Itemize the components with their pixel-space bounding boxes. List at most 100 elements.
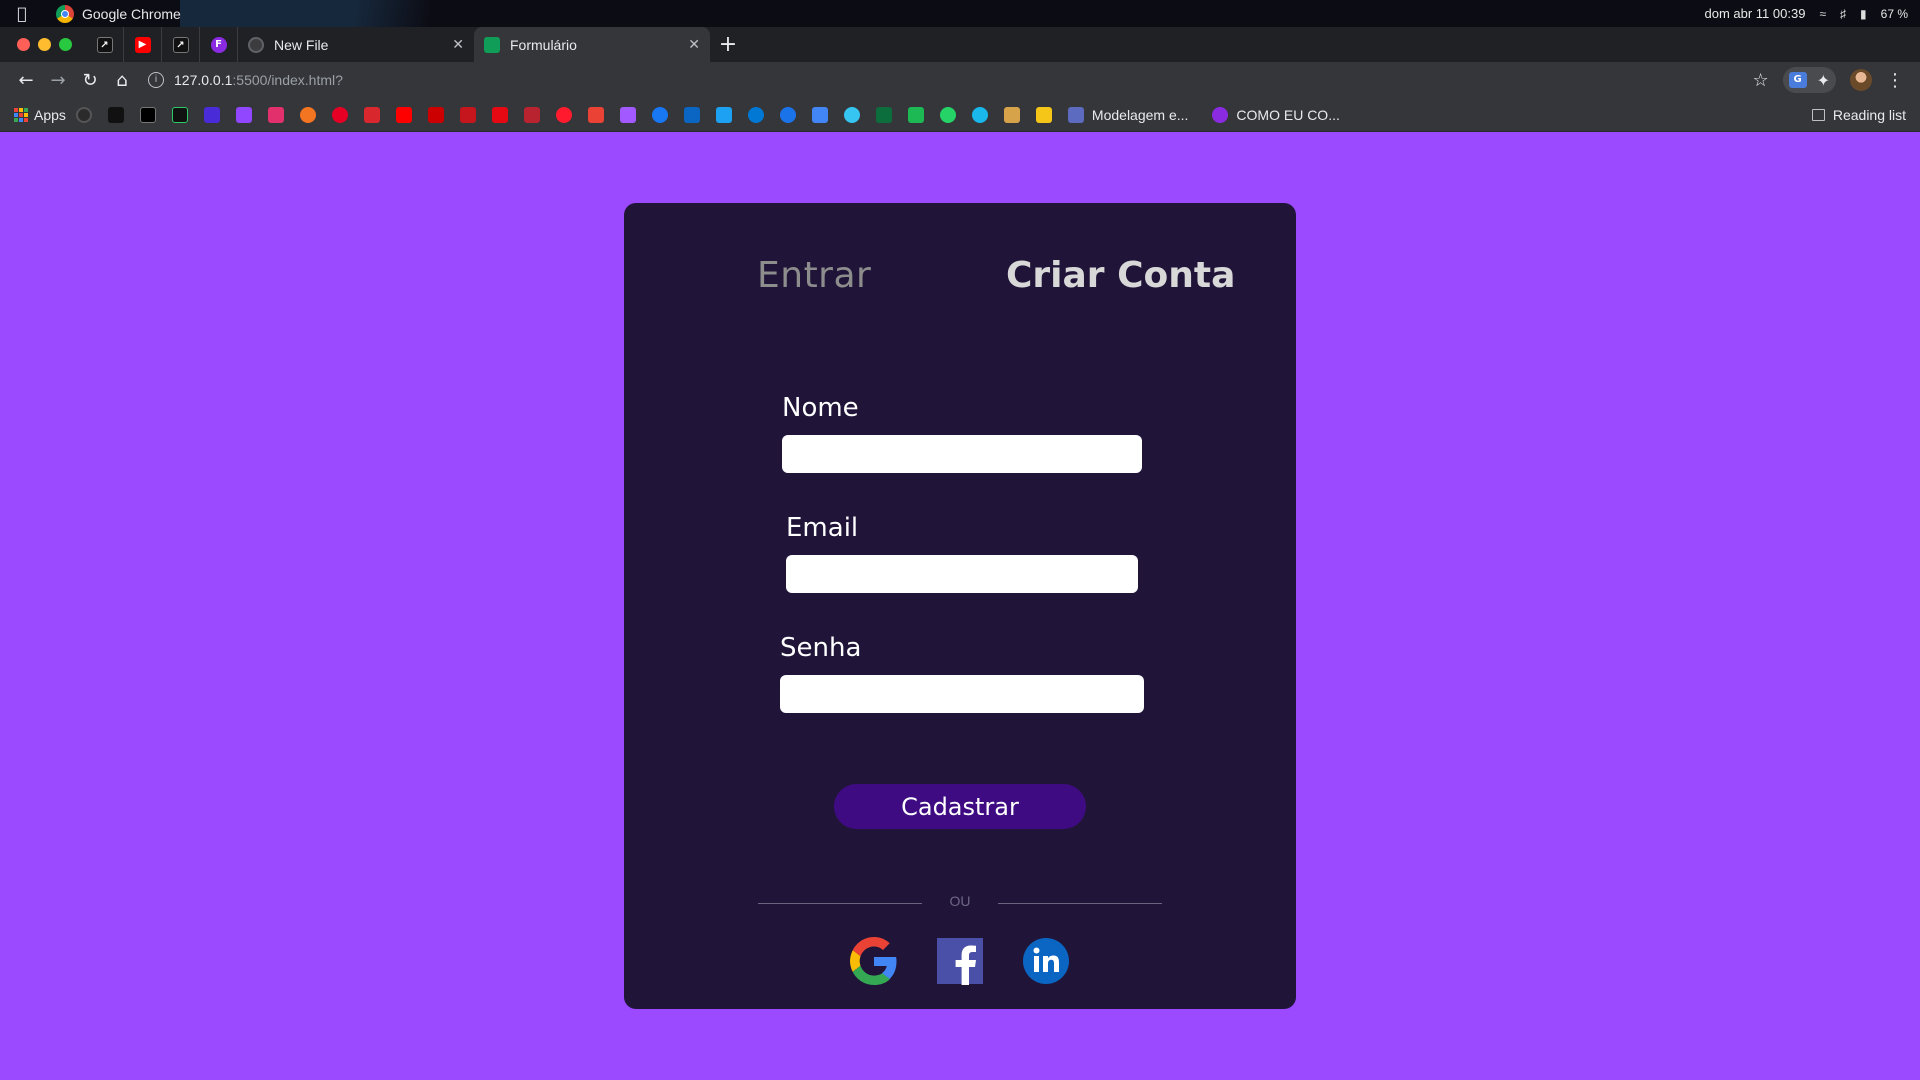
- divider-text: OU: [949, 893, 971, 909]
- translate-extension-icon[interactable]: G: [1788, 72, 1807, 88]
- name-label: Nome: [782, 393, 859, 423]
- close-tab-icon[interactable]: ✕: [452, 36, 464, 53]
- cnn-bookmark-icon[interactable]: [427, 106, 444, 123]
- pinterest-bookmark-icon[interactable]: [331, 106, 348, 123]
- github-bookmark-icon[interactable]: [75, 106, 92, 123]
- apple-menu-icon[interactable]: : [0, 4, 44, 23]
- pinned-tab[interactable]: ▶: [124, 27, 162, 62]
- battery-icon[interactable]: ▮: [1860, 7, 1867, 21]
- whatsapp-bookmark-icon[interactable]: [939, 106, 956, 123]
- music-bookmark-icon[interactable]: [203, 106, 220, 123]
- volume-icon[interactable]: ♯: [1840, 7, 1846, 21]
- box-bookmark-icon[interactable]: [1035, 106, 1052, 123]
- tab-criar-conta[interactable]: Criar Conta: [1006, 255, 1235, 296]
- bookmark-folder[interactable]: COMO EU CO...: [1212, 106, 1340, 123]
- bookmark-icon[interactable]: [523, 106, 540, 123]
- slack-bookmark-icon[interactable]: [843, 106, 860, 123]
- bookmark-star-icon[interactable]: ☆: [1752, 70, 1768, 91]
- back-button[interactable]: ←: [10, 64, 42, 96]
- divider-left: [758, 903, 922, 904]
- battery-percent: 67 %: [1880, 6, 1908, 21]
- apps-grid-icon: [14, 107, 28, 122]
- pinned-tab[interactable]: F: [200, 27, 238, 62]
- tab-entrar[interactable]: Entrar: [757, 255, 871, 296]
- instagram-bookmark-icon[interactable]: [267, 106, 284, 123]
- tab-label: Formulário: [510, 36, 577, 53]
- new-tab-button[interactable]: +: [710, 27, 746, 62]
- bbc-bookmark-icon[interactable]: [107, 106, 124, 123]
- opera-bookmark-icon[interactable]: [555, 106, 572, 123]
- chrome-menu-icon[interactable]: ⋮: [1886, 70, 1904, 91]
- play-bookmark-icon[interactable]: [779, 106, 796, 123]
- linkedin-bookmark-icon[interactable]: [683, 106, 700, 123]
- home-button[interactable]: ⌂: [106, 64, 138, 96]
- url-host: 127.0.0.1: [174, 72, 233, 88]
- paint-roller-bookmark-icon[interactable]: [1003, 106, 1020, 123]
- youtube-bookmark-icon[interactable]: [395, 106, 412, 123]
- tab-new-file[interactable]: New File ✕: [238, 27, 474, 62]
- active-app-name[interactable]: Google Chrome: [82, 6, 181, 22]
- os-top-bar:  Google Chrome dom abr 11 00:39 ≈ ♯ ▮ 6…: [0, 0, 1920, 27]
- address-bar[interactable]: i 127.0.0.1:5500/index.html?: [148, 65, 1748, 95]
- github-icon: [248, 36, 264, 53]
- google-icon[interactable]: [850, 937, 898, 985]
- clock[interactable]: dom abr 11 00:39: [1704, 6, 1805, 21]
- twitch-bookmark-icon[interactable]: [235, 106, 252, 123]
- app-bookmark-icon[interactable]: [139, 106, 156, 123]
- email-input[interactable]: [786, 555, 1138, 593]
- bookmark-apps[interactable]: Apps: [14, 107, 66, 123]
- onedrive-bookmark-icon[interactable]: [747, 106, 764, 123]
- gmail-bookmark-icon[interactable]: [587, 106, 604, 123]
- close-window-button[interactable]: [17, 38, 30, 51]
- twitter-bookmark-icon[interactable]: [715, 106, 732, 123]
- name-input[interactable]: [782, 435, 1142, 473]
- wifi-icon[interactable]: ≈: [1819, 7, 1826, 21]
- url-path: :5500/index.html?: [232, 72, 343, 88]
- wix-bookmark-icon[interactable]: [875, 106, 892, 123]
- facebook-icon[interactable]: [936, 937, 984, 985]
- facebook-bookmark-icon[interactable]: [651, 106, 668, 123]
- crunchyroll-bookmark-icon[interactable]: [299, 106, 316, 123]
- pinned-tabs: ↗ ▶ ↗ F: [86, 27, 238, 62]
- tab-label: New File: [274, 36, 329, 53]
- profile-avatar[interactable]: [1850, 69, 1872, 91]
- reading-list-icon: [1811, 108, 1825, 121]
- reading-list-label: Reading list: [1832, 106, 1906, 123]
- figma-bookmark-icon[interactable]: [619, 106, 636, 123]
- browser-toolbar: ← → ↻ ⌂ i 127.0.0.1:5500/index.html? ☆ G…: [0, 62, 1920, 98]
- phone-bookmark-icon[interactable]: [907, 106, 924, 123]
- extensions-puzzle-icon[interactable]: ✦: [1817, 71, 1830, 90]
- sheets-icon: [484, 36, 500, 53]
- forward-button[interactable]: →: [42, 64, 74, 96]
- close-tab-icon[interactable]: ✕: [688, 36, 700, 53]
- classroom-icon: [1067, 106, 1084, 123]
- tab-formulario[interactable]: Formulário ✕: [474, 27, 710, 62]
- password-input[interactable]: [780, 675, 1144, 713]
- password-label: Senha: [780, 633, 862, 663]
- youtube-icon: ▶: [134, 36, 151, 53]
- reload-button[interactable]: ↻: [74, 64, 106, 96]
- app-f-icon: F: [210, 36, 227, 53]
- maximize-window-button[interactable]: [59, 38, 72, 51]
- cadastrar-button[interactable]: Cadastrar: [834, 784, 1086, 829]
- bookmark-icon[interactable]: [459, 106, 476, 123]
- pinned-tab[interactable]: ↗: [162, 27, 200, 62]
- pinned-tab[interactable]: ↗: [86, 27, 124, 62]
- site-info-icon[interactable]: i: [148, 72, 164, 88]
- reading-list-button[interactable]: Reading list: [1811, 106, 1920, 123]
- vimeo-bookmark-icon[interactable]: [971, 106, 988, 123]
- minimize-window-button[interactable]: [38, 38, 51, 51]
- app-icon: ↗: [172, 36, 189, 53]
- mega-bookmark-icon[interactable]: [363, 106, 380, 123]
- send-bookmark-icon[interactable]: [811, 106, 828, 123]
- divider-right: [998, 903, 1162, 904]
- app-f-icon: [1212, 106, 1229, 123]
- os-bar-highlight: [180, 0, 430, 27]
- bookmark-folder[interactable]: Modelagem e...: [1067, 106, 1188, 123]
- linkedin-icon[interactable]: [1022, 937, 1070, 985]
- hackerrank-bookmark-icon[interactable]: [171, 106, 188, 123]
- email-label: Email: [786, 513, 859, 543]
- auth-tabs: Entrar Criar Conta: [624, 251, 1296, 311]
- bookmarks-bar: Apps Modelagem e... COMO EU CO... Readin…: [0, 98, 1920, 132]
- netflix-bookmark-icon[interactable]: [491, 106, 508, 123]
